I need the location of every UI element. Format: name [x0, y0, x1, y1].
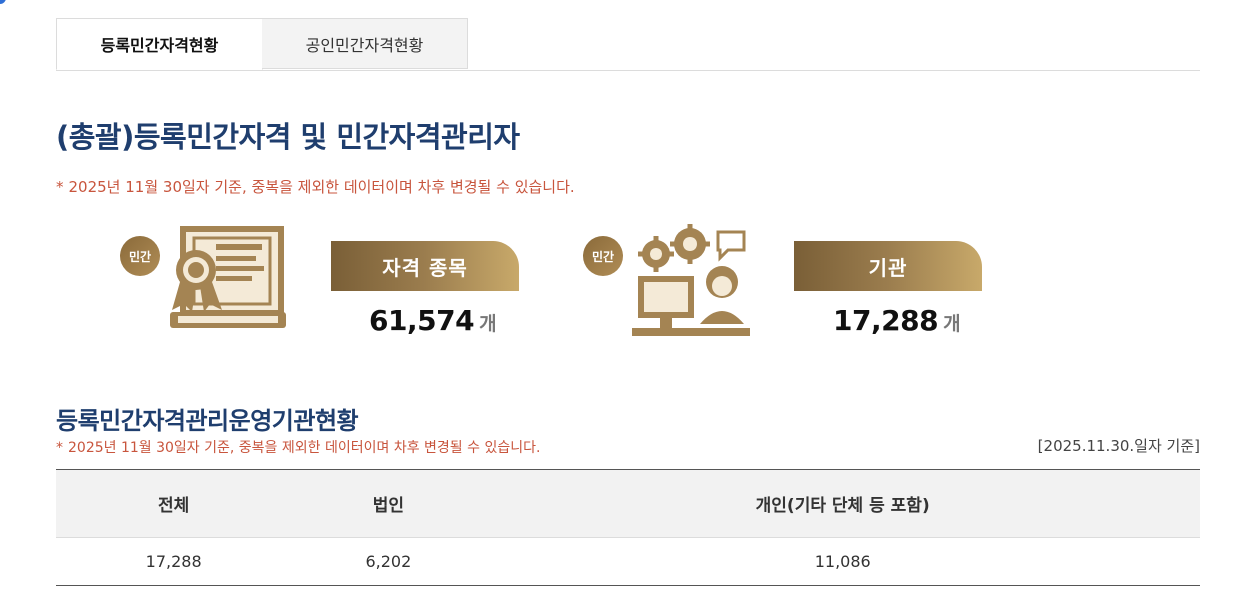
page-title: (총괄)등록민간자격 및 민간자격관리자	[56, 120, 520, 154]
operators-table: 전체 법인 개인(기타 단체 등 포함) 17,288 6,202 11,086	[56, 469, 1200, 586]
scroll-indicator	[0, 0, 6, 4]
note-star: *	[56, 178, 64, 196]
summary-note: * 2025년 11월 30일자 기준, 중복을 제외한 데이터이며 차후 변경될…	[56, 176, 575, 197]
note-text: 2025년 11월 30일자 기준, 중복을 제외한 데이터이며 차후 변경될 …	[68, 440, 541, 456]
tab-bar: 등록민간자격현황 공인민간자격현황	[56, 18, 1200, 71]
unit-text: 개	[943, 313, 961, 335]
table-header-row: 전체 법인 개인(기타 단체 등 포함)	[56, 469, 1200, 538]
stat-label-items: 자격 종목	[331, 241, 519, 291]
value-text: 61,574	[369, 304, 475, 337]
cell-individual: 11,086	[485, 537, 1200, 586]
section-note: * 2025년 11월 30일자 기준, 중복을 제외한 데이터이며 차후 변경될…	[56, 437, 540, 457]
col-individual: 개인(기타 단체 등 포함)	[485, 469, 1200, 538]
stat-value-orgs: 17,288 개	[833, 304, 961, 337]
stat-value-items: 61,574 개	[369, 304, 497, 337]
tab-accredited[interactable]: 공인민간자격현황	[262, 18, 468, 69]
note-text: 2025년 11월 30일자 기준, 중복을 제외한 데이터이며 차후 변경될 …	[68, 178, 575, 196]
note-star: *	[56, 440, 63, 456]
cell-corporation: 6,202	[291, 537, 486, 586]
office-worker-icon	[630, 224, 754, 340]
basis-date: [2025.11.30.일자 기준]	[1037, 437, 1200, 455]
certificate-icon	[166, 224, 290, 340]
col-corporation: 법인	[291, 469, 486, 538]
unit-text: 개	[479, 313, 497, 335]
badge-private-1: 민간	[120, 236, 160, 276]
table-row: 17,288 6,202 11,086	[56, 537, 1200, 586]
cell-total: 17,288	[56, 537, 292, 586]
stat-label-orgs: 기관	[794, 241, 982, 291]
value-text: 17,288	[833, 304, 939, 337]
section-title: 등록민간자격관리운영기관현황	[56, 407, 359, 435]
badge-private-2: 민간	[583, 236, 623, 276]
tab-registered[interactable]: 등록민간자격현황	[56, 18, 263, 70]
col-total: 전체	[56, 469, 292, 538]
